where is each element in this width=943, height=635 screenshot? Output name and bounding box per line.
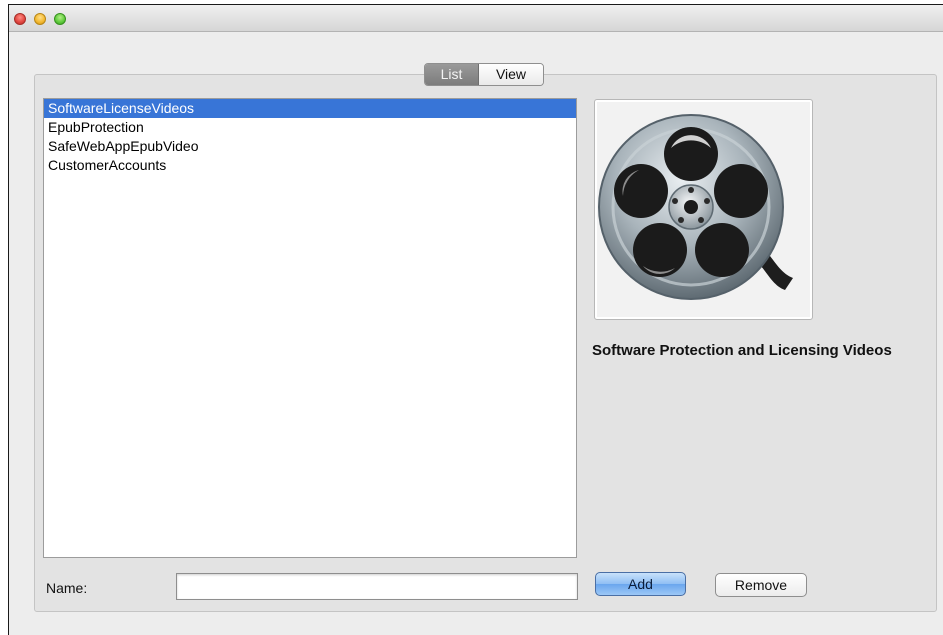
list-item[interactable]: SafeWebAppEpubVideo	[44, 137, 576, 156]
list-item[interactable]: EpubProtection	[44, 118, 576, 137]
tab-view[interactable]: View	[479, 64, 543, 85]
preview-image-well	[594, 99, 813, 320]
app-window: List View SoftwareLicenseVideos EpubProt…	[8, 4, 943, 635]
zoom-window-button[interactable]	[54, 13, 66, 25]
preview-caption: Software Protection and Licensing Videos	[592, 342, 892, 359]
name-input[interactable]	[176, 573, 578, 600]
name-label: Name:	[46, 580, 88, 596]
list-item-selected[interactable]: SoftwareLicenseVideos	[44, 99, 576, 118]
film-reel-icon	[598, 114, 793, 300]
tab-list[interactable]: List	[425, 64, 479, 85]
item-list[interactable]: SoftwareLicenseVideos EpubProtection Saf…	[43, 98, 577, 558]
title-bar	[9, 5, 943, 32]
tab-switcher: List View	[424, 63, 544, 86]
minimize-window-button[interactable]	[34, 13, 46, 25]
remove-button[interactable]: Remove	[715, 573, 807, 597]
close-window-button[interactable]	[14, 13, 26, 25]
add-button[interactable]: Add	[595, 572, 686, 596]
list-item[interactable]: CustomerAccounts	[44, 156, 576, 175]
